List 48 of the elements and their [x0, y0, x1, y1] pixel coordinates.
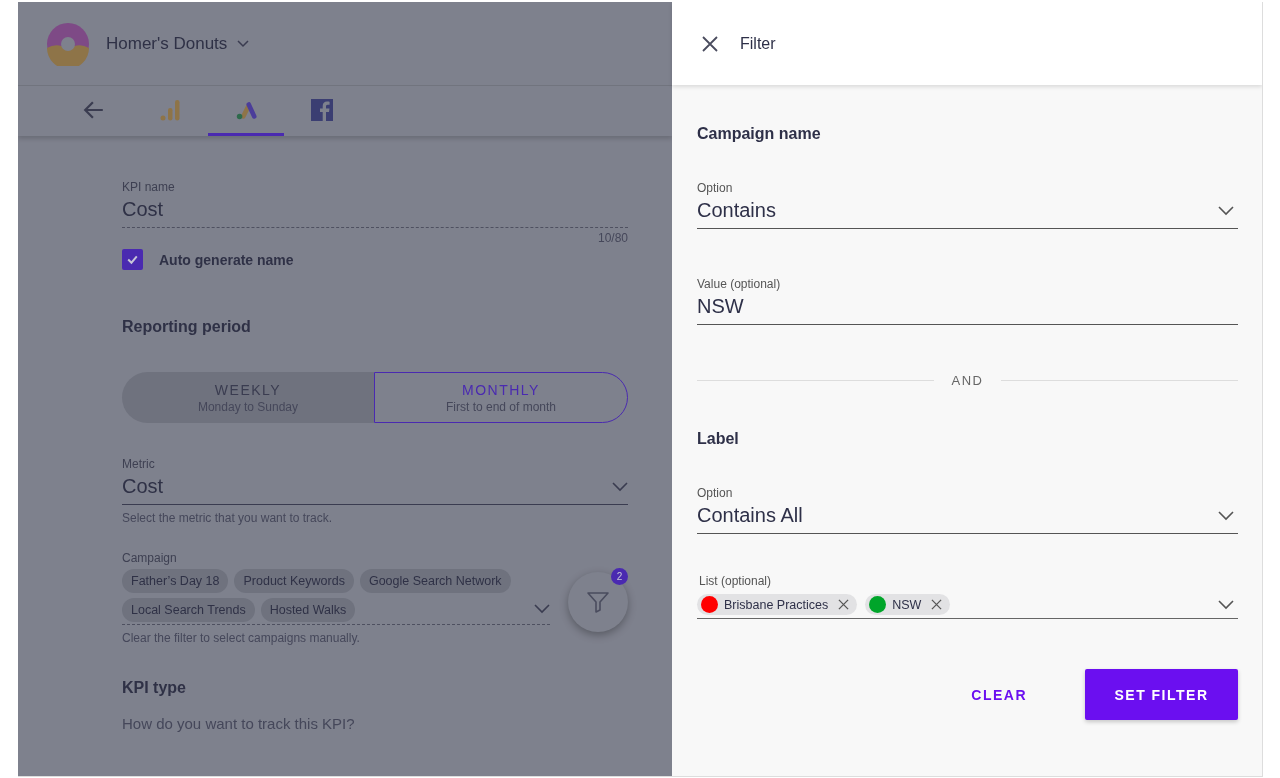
campaign-chip: Product Keywords	[234, 569, 354, 593]
character-counter: 10/80	[597, 231, 628, 245]
remove-icon[interactable]	[838, 599, 850, 610]
section-heading: KPI type	[122, 679, 187, 697]
field-label: Metric	[122, 457, 156, 471]
chevron-down-icon[interactable]	[237, 39, 250, 48]
label-chip: NSW	[865, 594, 951, 615]
field-label: List (optional)	[699, 574, 773, 588]
field-label: Option	[697, 181, 734, 195]
f-logo-icon	[311, 98, 333, 121]
campaign-chip: Father’s Day 18	[122, 569, 229, 593]
chevron-down-icon	[534, 604, 550, 614]
label-chip: Brisbane Practices	[697, 594, 858, 615]
remove-icon[interactable]	[931, 599, 943, 610]
checkbox-label: Auto generate name	[159, 251, 294, 268]
field-label: Value (optional)	[697, 277, 782, 291]
kpi-name-field[interactable]: Cost	[122, 194, 628, 228]
clear-button[interactable]: CLEAR	[965, 685, 1033, 704]
field-label: KPI name	[122, 180, 176, 194]
section-heading: Campaign name	[697, 125, 822, 143]
section-heading: Reporting period	[122, 318, 252, 336]
panel-title: Filter	[740, 34, 776, 53]
count-badge: 2	[611, 568, 628, 585]
option-dropdown[interactable]: Contains All	[697, 500, 1238, 534]
campaign-chip: Hosted Walks	[260, 598, 356, 622]
close-icon[interactable]	[702, 35, 718, 52]
list-select[interactable]: Brisbane Practices NSW	[697, 590, 1238, 619]
chevron-down-icon	[612, 481, 628, 492]
donut-avatar-icon	[46, 21, 90, 66]
option-dropdown[interactable]: Contains	[697, 195, 1238, 229]
set-filter-button[interactable]: SET FILTER	[1085, 669, 1238, 720]
value-field[interactable]: NSW	[697, 291, 1238, 325]
account-name[interactable]: Homer's Donuts	[106, 33, 228, 54]
checkbox[interactable]	[122, 249, 143, 270]
and-divider-text: AND	[951, 373, 984, 388]
field-label: Option	[697, 486, 734, 500]
campaign-chip: Local Search Trends	[122, 598, 255, 622]
chevron-down-icon	[1218, 599, 1234, 610]
chevron-down-icon	[1218, 510, 1234, 521]
chevron-down-icon	[1218, 205, 1234, 216]
field-label: Campaign	[122, 551, 178, 565]
metric-dropdown[interactable]: Cost	[122, 471, 628, 505]
helper-text: Clear the filter to select campaigns manually.	[122, 631, 361, 645]
filter-icon	[586, 590, 610, 614]
campaign-chip: Google Search Network	[359, 569, 511, 593]
bar-chart-icon	[159, 98, 181, 121]
section-heading: Label	[697, 430, 740, 448]
question-text: How do you want to track this KPI?	[122, 715, 356, 732]
